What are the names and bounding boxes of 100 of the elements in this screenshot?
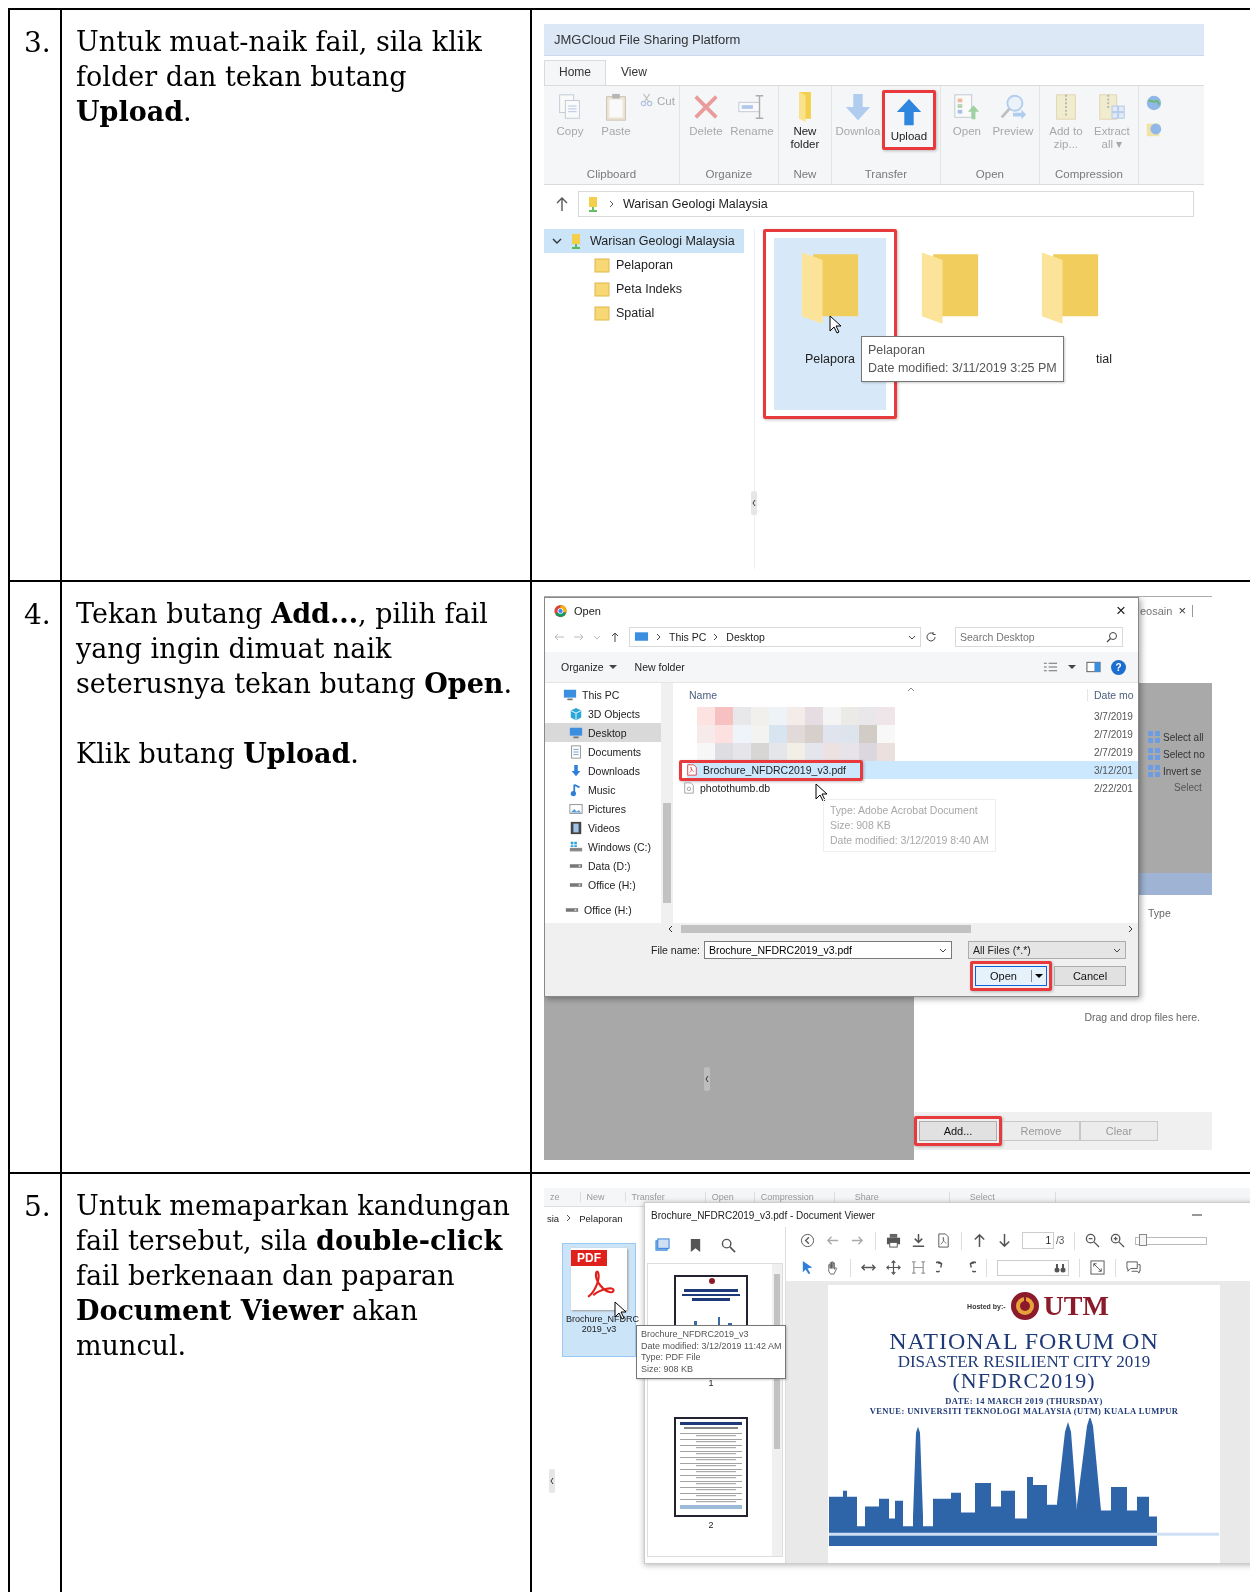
fullscreen-icon[interactable] bbox=[1090, 1260, 1105, 1275]
tree-item[interactable]: Warisan Geologi Malaysia bbox=[544, 229, 744, 253]
file-name-field[interactable]: Brochure_NFDRC2019_v3.pdf bbox=[704, 941, 952, 959]
ribbon-button[interactable]: New folder bbox=[782, 90, 827, 153]
column-header[interactable]: Date mo bbox=[1087, 689, 1138, 701]
ribbon-button[interactable]: Select all bbox=[1148, 731, 1212, 743]
event-title: (NFDRC2019) bbox=[952, 1370, 1096, 1392]
drive-icon bbox=[569, 839, 583, 854]
scrollbar[interactable] bbox=[545, 923, 1138, 935]
toolbar-button[interactable]: New folder bbox=[630, 659, 689, 675]
pane-handle-icon[interactable] bbox=[549, 1469, 555, 1493]
zoom-out-icon[interactable] bbox=[1085, 1233, 1101, 1248]
up-arrow-icon[interactable] bbox=[554, 196, 570, 212]
up-arrow-icon[interactable] bbox=[972, 1233, 987, 1248]
address-bar[interactable]: Warisan Geologi Malaysia bbox=[578, 191, 1194, 217]
tree-item[interactable]: Peta Indeks bbox=[544, 277, 754, 301]
caret-icon bbox=[608, 663, 617, 671]
group-label: Clipboard bbox=[585, 168, 638, 182]
nav-item[interactable]: This PC bbox=[545, 685, 661, 704]
up-arrow-icon[interactable] bbox=[609, 631, 621, 643]
ribbon-button[interactable]: Invert se bbox=[1148, 765, 1212, 777]
file-row[interactable]: 3/7/2019 bbox=[687, 707, 1138, 725]
chevron-right-icon[interactable] bbox=[1126, 925, 1134, 933]
chevron-left-icon[interactable] bbox=[667, 925, 675, 933]
organize-menu[interactable]: Organize bbox=[557, 659, 621, 675]
file-type-dropdown[interactable]: All Files (*.*) bbox=[968, 941, 1126, 959]
path-segment[interactable]: sia bbox=[547, 1212, 560, 1224]
page-number-field[interactable]: 1 bbox=[1022, 1232, 1054, 1249]
bookmark-icon[interactable] bbox=[688, 1237, 703, 1253]
slider-thumb[interactable] bbox=[1139, 1233, 1148, 1246]
chevron-down-icon bbox=[939, 946, 947, 954]
file-row[interactable]: 2/7/2019 bbox=[687, 743, 1138, 761]
pane-handle-icon[interactable] bbox=[704, 1067, 710, 1091]
path-segment[interactable]: Desktop bbox=[726, 631, 765, 643]
nav-item[interactable]: Documents bbox=[545, 742, 661, 761]
view-options-icon[interactable] bbox=[1043, 660, 1058, 674]
nav-item[interactable]: Pictures bbox=[545, 799, 661, 818]
instruction-text: Tekan butang Add..., pilih fail yang ingin dimuat naik seterusnya tekan butang Open. bbox=[76, 597, 514, 701]
fit-page-icon[interactable] bbox=[911, 1260, 926, 1275]
nav-item[interactable]: Office (H:) bbox=[545, 875, 661, 894]
file-row[interactable]: 2/7/2019 bbox=[687, 725, 1138, 743]
caret-icon[interactable] bbox=[1068, 663, 1076, 671]
picture-icon bbox=[569, 801, 583, 816]
down-arrow-icon[interactable] bbox=[997, 1233, 1012, 1248]
nav-item[interactable]: Desktop bbox=[545, 723, 661, 742]
pointer-icon[interactable] bbox=[800, 1260, 815, 1275]
path-segment[interactable]: Pelaporan bbox=[579, 1212, 623, 1224]
nav-item[interactable]: Data (D:) bbox=[545, 856, 661, 875]
nav-item[interactable]: Windows (C:) bbox=[545, 837, 661, 856]
tree-item[interactable]: Pelaporan bbox=[544, 253, 754, 277]
ribbon-button[interactable]: Upload bbox=[886, 95, 931, 145]
nav-item[interactable]: Videos bbox=[545, 818, 661, 837]
move-icon[interactable] bbox=[886, 1260, 901, 1275]
search-field[interactable]: Search Desktop bbox=[955, 627, 1123, 647]
group-label: ze bbox=[544, 1192, 581, 1202]
ribbon-tab[interactable]: Home bbox=[544, 60, 606, 85]
chevron-down-icon[interactable] bbox=[552, 236, 562, 246]
download-icon[interactable] bbox=[911, 1233, 926, 1248]
back-icon[interactable] bbox=[800, 1233, 815, 1248]
scrollbar[interactable] bbox=[661, 683, 673, 923]
refresh-icon[interactable] bbox=[925, 631, 937, 643]
nav-item[interactable]: 3D Objects bbox=[545, 704, 661, 723]
instruction-text: Untuk memaparkan kandungan fail tersebut, sila double-click fail berkenaan dan paparan Document Viewer akan muncul. bbox=[76, 1189, 511, 1363]
event-title: DISASTER RESILIENT CITY 2019 bbox=[897, 1353, 1151, 1370]
window-title: Brochure_NFDRC2019_v3.pdf - Document Viewer bbox=[651, 1209, 875, 1221]
thumbnails-icon[interactable] bbox=[655, 1237, 670, 1253]
column-header[interactable]: Type bbox=[1148, 895, 1212, 919]
comment-icon[interactable] bbox=[1126, 1260, 1141, 1275]
chevron-down-icon[interactable] bbox=[908, 633, 916, 641]
search-icon[interactable] bbox=[721, 1237, 736, 1253]
hand-icon[interactable] bbox=[825, 1260, 840, 1275]
chevron-down-icon bbox=[1113, 946, 1121, 954]
event-detail: VENUE: UNIVERSITI TEKNOLOGI MALAYSIA (UTM) KUALA LUMPUR bbox=[869, 1406, 1179, 1416]
pdf-document-icon[interactable] bbox=[936, 1233, 951, 1248]
tree-item[interactable]: Spatial bbox=[544, 301, 754, 325]
app-button[interactable]: Add... bbox=[919, 1121, 997, 1141]
monitor-icon bbox=[563, 687, 577, 702]
zoom-in-icon[interactable] bbox=[1110, 1233, 1126, 1248]
nav-item[interactable]: Office (H:) bbox=[545, 900, 661, 919]
ribbon-button[interactable]: Select no bbox=[1148, 748, 1212, 760]
browser-tab[interactable]: eosain × bbox=[1140, 605, 1193, 617]
pane-handle-icon[interactable] bbox=[751, 491, 757, 515]
folder-name[interactable]: tial bbox=[1096, 352, 1112, 366]
zoom-slider[interactable] bbox=[1135, 1236, 1208, 1245]
close-button[interactable]: × bbox=[1112, 601, 1130, 621]
path-segment[interactable]: This PC bbox=[669, 631, 707, 643]
folder-icon bbox=[800, 250, 860, 326]
dialog-button[interactable]: Cancel bbox=[1054, 966, 1126, 986]
open-button[interactable]: Open bbox=[975, 966, 1047, 986]
text-page-thumbnail-drawing[interactable] bbox=[674, 1414, 748, 1520]
address-bar[interactable]: This PC Desktop bbox=[629, 627, 921, 647]
ribbon-tab[interactable]: View bbox=[606, 60, 662, 85]
printer-icon[interactable] bbox=[886, 1233, 901, 1248]
address-text: Warisan Geologi Malaysia bbox=[623, 197, 768, 211]
preview-pane-icon[interactable] bbox=[1086, 660, 1101, 674]
find-field[interactable] bbox=[997, 1259, 1069, 1276]
help-button[interactable]: ? bbox=[1111, 659, 1126, 675]
nav-item[interactable]: Music bbox=[545, 780, 661, 799]
nav-item[interactable]: Downloads bbox=[545, 761, 661, 780]
column-header[interactable]: Name bbox=[687, 689, 717, 701]
